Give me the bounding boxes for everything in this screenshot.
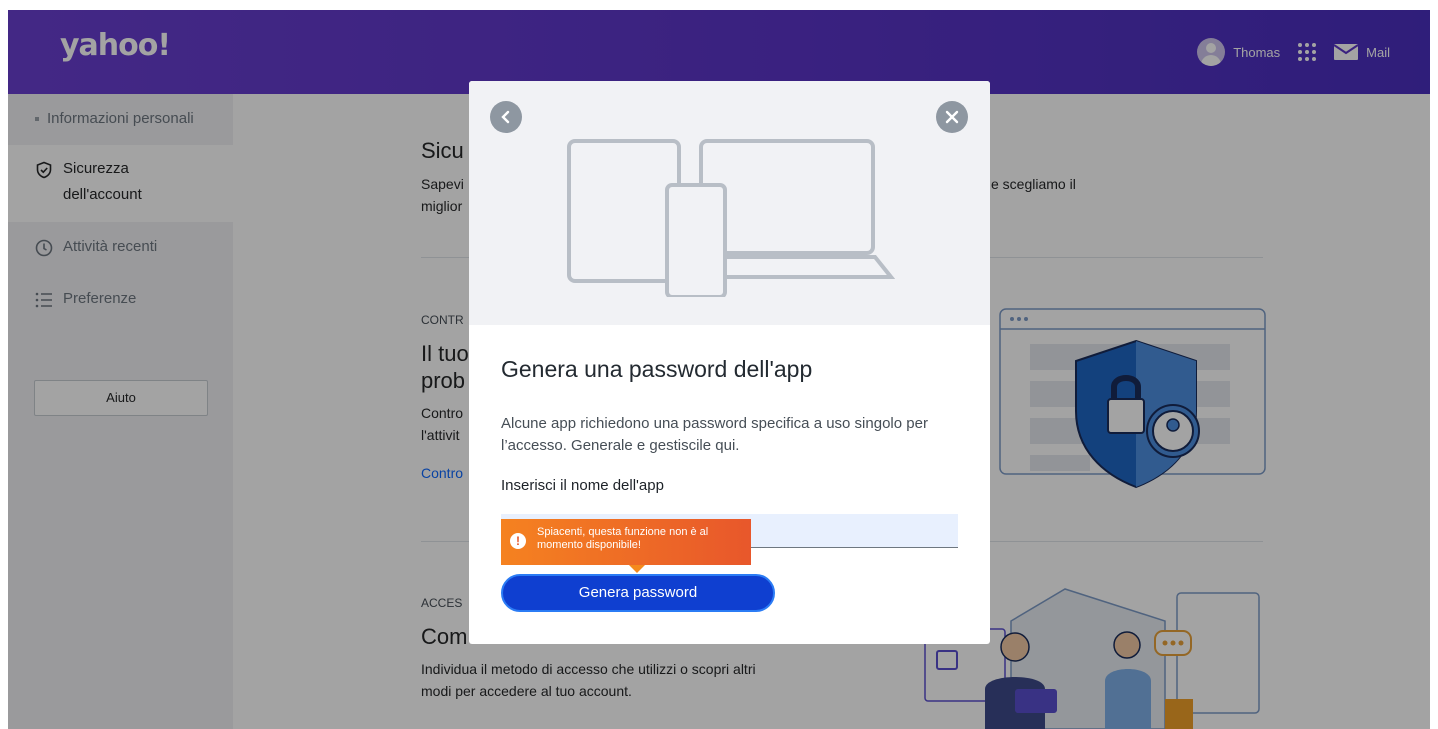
unavailable-tooltip: ! Spiacenti, questa funzione non è al mo…: [501, 519, 751, 573]
modal-description: Alcune app richiedono una password speci…: [501, 415, 928, 454]
modal-title: Genera una password dell'app: [501, 356, 813, 382]
tooltip-text: Spiacenti, questa funzione non è al mome…: [537, 526, 709, 551]
browser-viewport: yahoo! Thomas Mail Informazioni personal…: [8, 10, 1430, 729]
close-icon: [945, 110, 959, 124]
back-button[interactable]: [490, 101, 522, 133]
chevron-left-icon: [501, 110, 510, 124]
alert-icon: !: [510, 533, 526, 549]
app-name-label: Inserisci il nome dell'app: [501, 477, 664, 494]
app-password-modal: Genera una password dell'app Alcune app …: [469, 81, 990, 644]
close-button[interactable]: [936, 101, 968, 133]
modal-illustration-area: [469, 81, 990, 325]
devices-illustration: [567, 139, 895, 297]
generate-password-button[interactable]: Genera password: [501, 574, 775, 612]
